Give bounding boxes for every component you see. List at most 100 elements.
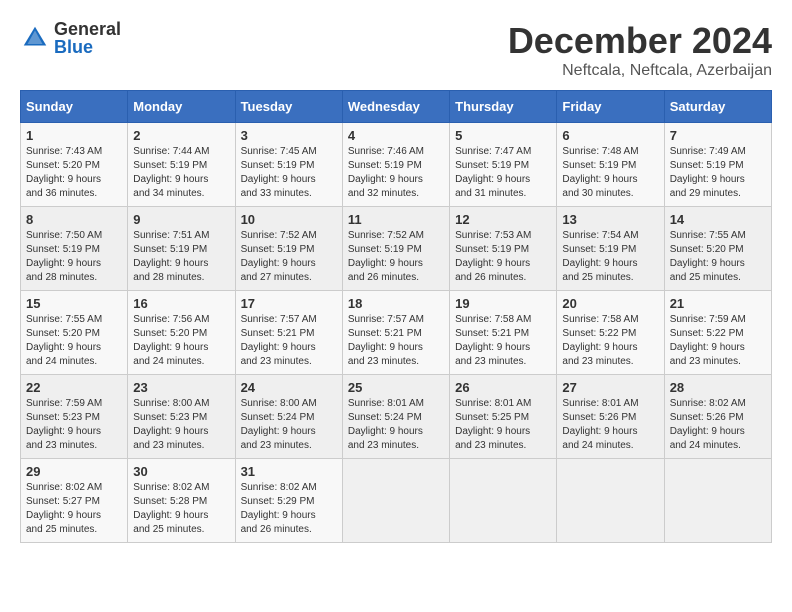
sunrise-text: Sunrise: 7:52 AM [348,229,444,243]
day-info: Sunrise: 7:55 AMSunset: 5:20 PMDaylight:… [26,313,122,369]
daylight-minutes-text: and 29 minutes. [670,187,766,201]
sunset-text: Sunset: 5:19 PM [241,159,337,173]
daylight-text: Daylight: 9 hours [455,341,551,355]
daylight-text: Daylight: 9 hours [455,257,551,271]
sunrise-text: Sunrise: 7:54 AM [562,229,658,243]
weekday-header-row: SundayMondayTuesdayWednesdayThursdayFrid… [21,91,772,123]
logo-general-text: General [54,20,121,38]
day-number: 11 [348,212,444,227]
day-cell-15: 15Sunrise: 7:55 AMSunset: 5:20 PMDayligh… [21,291,128,375]
day-number: 20 [562,296,658,311]
daylight-minutes-text: and 23 minutes. [133,439,229,453]
sunset-text: Sunset: 5:23 PM [133,411,229,425]
day-info: Sunrise: 7:52 AMSunset: 5:19 PMDaylight:… [348,229,444,285]
day-cell-1: 1Sunrise: 7:43 AMSunset: 5:20 PMDaylight… [21,123,128,207]
logo-blue-text: Blue [54,38,121,56]
daylight-minutes-text: and 26 minutes. [348,271,444,285]
daylight-minutes-text: and 23 minutes. [26,439,122,453]
day-number: 2 [133,128,229,143]
day-info: Sunrise: 8:02 AMSunset: 5:29 PMDaylight:… [241,481,337,537]
weekday-header-sunday: Sunday [21,91,128,123]
sunset-text: Sunset: 5:21 PM [455,327,551,341]
sunset-text: Sunset: 5:24 PM [348,411,444,425]
day-info: Sunrise: 7:59 AMSunset: 5:23 PMDaylight:… [26,397,122,453]
daylight-minutes-text: and 33 minutes. [241,187,337,201]
sunset-text: Sunset: 5:19 PM [670,159,766,173]
daylight-text: Daylight: 9 hours [670,257,766,271]
sunrise-text: Sunrise: 7:57 AM [241,313,337,327]
day-cell-28: 28Sunrise: 8:02 AMSunset: 5:26 PMDayligh… [664,375,771,459]
sunrise-text: Sunrise: 7:55 AM [26,313,122,327]
sunset-text: Sunset: 5:26 PM [562,411,658,425]
daylight-text: Daylight: 9 hours [133,257,229,271]
sunset-text: Sunset: 5:28 PM [133,495,229,509]
sunset-text: Sunset: 5:27 PM [26,495,122,509]
daylight-minutes-text: and 24 minutes. [26,355,122,369]
day-number: 19 [455,296,551,311]
daylight-minutes-text: and 23 minutes. [455,439,551,453]
daylight-text: Daylight: 9 hours [670,425,766,439]
day-info: Sunrise: 7:48 AMSunset: 5:19 PMDaylight:… [562,145,658,201]
day-cell-8: 8Sunrise: 7:50 AMSunset: 5:19 PMDaylight… [21,207,128,291]
logo-icon [20,23,50,53]
daylight-minutes-text: and 24 minutes. [670,439,766,453]
empty-cell [342,459,449,543]
day-cell-4: 4Sunrise: 7:46 AMSunset: 5:19 PMDaylight… [342,123,449,207]
daylight-minutes-text: and 25 minutes. [670,271,766,285]
sunrise-text: Sunrise: 7:57 AM [348,313,444,327]
day-cell-25: 25Sunrise: 8:01 AMSunset: 5:24 PMDayligh… [342,375,449,459]
weekday-header-thursday: Thursday [450,91,557,123]
daylight-text: Daylight: 9 hours [133,425,229,439]
day-number: 29 [26,464,122,479]
day-cell-26: 26Sunrise: 8:01 AMSunset: 5:25 PMDayligh… [450,375,557,459]
daylight-text: Daylight: 9 hours [133,509,229,523]
sunset-text: Sunset: 5:20 PM [133,327,229,341]
day-number: 30 [133,464,229,479]
sunset-text: Sunset: 5:23 PM [26,411,122,425]
location-title: Neftcala, Neftcala, Azerbaijan [508,62,772,80]
daylight-text: Daylight: 9 hours [562,341,658,355]
daylight-text: Daylight: 9 hours [348,341,444,355]
sunset-text: Sunset: 5:20 PM [26,327,122,341]
day-number: 22 [26,380,122,395]
daylight-text: Daylight: 9 hours [241,257,337,271]
sunrise-text: Sunrise: 8:02 AM [241,481,337,495]
day-cell-22: 22 Sunrise: 7:59 AMSunset: 5:23 PMDayligh… [21,375,128,459]
daylight-text: Daylight: 9 hours [241,509,337,523]
logo: General Blue [20,20,121,56]
day-info: Sunrise: 8:02 AMSunset: 5:27 PMDaylight:… [26,481,122,537]
daylight-minutes-text: and 25 minutes. [26,523,122,537]
daylight-minutes-text: and 23 minutes. [241,355,337,369]
sunrise-text: Sunrise: 8:02 AM [26,481,122,495]
sunrise-text: Sunrise: 7:58 AM [562,313,658,327]
daylight-minutes-text: and 25 minutes. [562,271,658,285]
weekday-header-friday: Friday [557,91,664,123]
empty-cell [450,459,557,543]
day-cell-10: 10Sunrise: 7:52 AMSunset: 5:19 PMDayligh… [235,207,342,291]
day-number: 23 [133,380,229,395]
daylight-text: Daylight: 9 hours [26,425,122,439]
weekday-header-monday: Monday [128,91,235,123]
sunrise-text: Sunrise: 7:59 AM [26,397,122,411]
sunrise-text: Sunrise: 7:44 AM [133,145,229,159]
daylight-text: Daylight: 9 hours [241,425,337,439]
daylight-text: Daylight: 9 hours [670,341,766,355]
sunrise-text: Sunrise: 8:02 AM [133,481,229,495]
day-info: Sunrise: 7:50 AMSunset: 5:19 PMDaylight:… [26,229,122,285]
day-cell-7: 7Sunrise: 7:49 AMSunset: 5:19 PMDaylight… [664,123,771,207]
daylight-text: Daylight: 9 hours [26,341,122,355]
day-number: 7 [670,128,766,143]
daylight-minutes-text: and 24 minutes. [562,439,658,453]
daylight-text: Daylight: 9 hours [562,257,658,271]
day-cell-17: 17Sunrise: 7:57 AMSunset: 5:21 PMDayligh… [235,291,342,375]
day-cell-29: 29 Sunrise: 8:02 AMSunset: 5:27 PMDayligh… [21,459,128,543]
daylight-minutes-text: and 23 minutes. [670,355,766,369]
daylight-text: Daylight: 9 hours [26,257,122,271]
day-info: Sunrise: 8:01 AMSunset: 5:26 PMDaylight:… [562,397,658,453]
day-cell-2: 2Sunrise: 7:44 AMSunset: 5:19 PMDaylight… [128,123,235,207]
day-cell-20: 20Sunrise: 7:58 AMSunset: 5:22 PMDayligh… [557,291,664,375]
day-number: 26 [455,380,551,395]
day-number: 9 [133,212,229,227]
day-info: Sunrise: 7:47 AMSunset: 5:19 PMDaylight:… [455,145,551,201]
day-cell-21: 21Sunrise: 7:59 AMSunset: 5:22 PMDayligh… [664,291,771,375]
